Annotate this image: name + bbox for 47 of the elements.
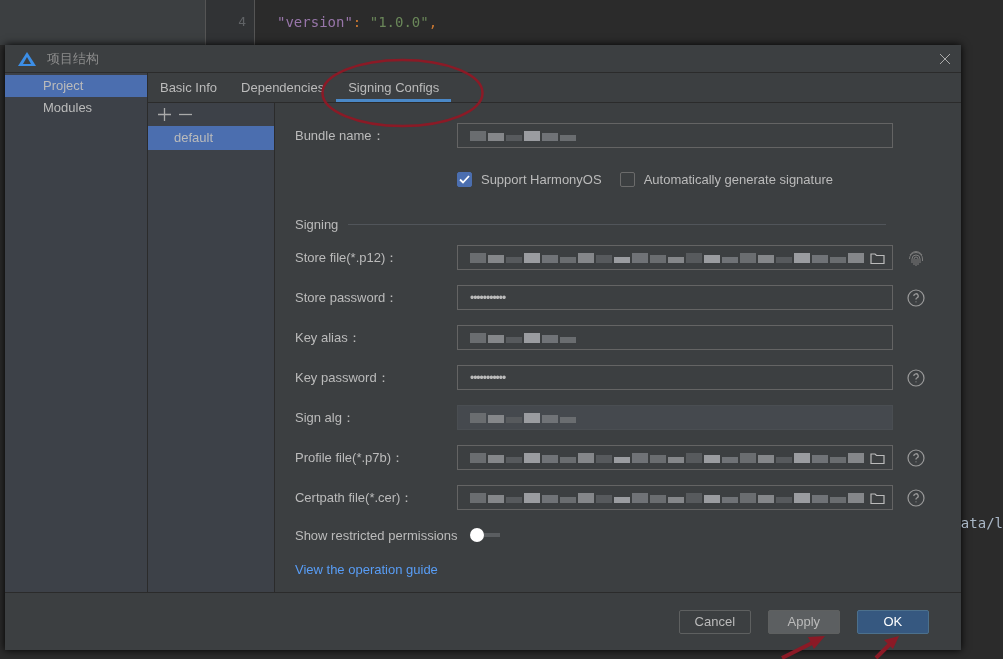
field-label: Key password： [294, 368, 391, 387]
fingerprint-icon[interactable] [906, 248, 925, 267]
field-label: Certpath file(*.cer)： [294, 488, 415, 507]
checkbox-label: Automatically generate signature [643, 171, 833, 187]
password-dots: ••••••••••• [469, 290, 507, 305]
toggle-label: Show restricted permissions [294, 527, 458, 543]
folder-icon[interactable] [869, 451, 885, 464]
help-icon[interactable] [906, 488, 925, 507]
close-icon[interactable] [938, 52, 951, 65]
input-field[interactable] [456, 485, 893, 510]
folder-icon[interactable] [869, 491, 885, 504]
apply-button[interactable]: Apply [767, 609, 840, 634]
dialog-title: 项目结构 [46, 49, 100, 68]
section-title: Signing [294, 216, 339, 232]
input-field[interactable] [456, 325, 893, 350]
field-label: Store file(*.p12)： [294, 248, 400, 267]
input-field[interactable] [456, 445, 893, 470]
help-icon[interactable] [906, 448, 925, 467]
field-label: Profile file(*.p7b)： [294, 448, 406, 467]
cancel-button[interactable]: Cancel [678, 609, 751, 634]
checkbox-label: Support HarmonyOS [480, 171, 602, 187]
input-field[interactable] [456, 245, 893, 270]
help-icon[interactable] [906, 288, 925, 307]
bundle-name-field[interactable] [456, 123, 893, 148]
code-line: "version": "1.0.0", [277, 13, 438, 32]
checkbox[interactable] [619, 171, 635, 187]
field-label: Key alias： [294, 328, 362, 347]
add-icon[interactable] [157, 108, 171, 121]
field-label: Bundle name： [294, 126, 386, 145]
folder-icon[interactable] [869, 251, 885, 264]
help-icon[interactable] [906, 368, 925, 387]
field-label: Store password： [294, 288, 400, 307]
checkbox[interactable] [456, 171, 472, 187]
operation-guide-link[interactable]: View the operation guide [294, 562, 438, 577]
toggle-thumb[interactable] [469, 528, 484, 542]
input-field[interactable]: ••••••••••• [456, 285, 893, 310]
sidebar-item[interactable]: Modules [4, 97, 147, 119]
annotation-arrow [780, 635, 826, 659]
tab[interactable]: Dependencies [229, 73, 337, 102]
field-label: Sign alg： [294, 408, 356, 427]
password-dots: ••••••••••• [469, 370, 507, 385]
ok-button[interactable]: OK [856, 609, 929, 634]
input-field[interactable]: ••••••••••• [456, 365, 893, 390]
app-logo-icon [16, 50, 37, 67]
code-fragment: ata/l [960, 515, 1003, 531]
tab[interactable]: Basic Info [147, 73, 230, 102]
annotation-arrow [874, 635, 900, 659]
